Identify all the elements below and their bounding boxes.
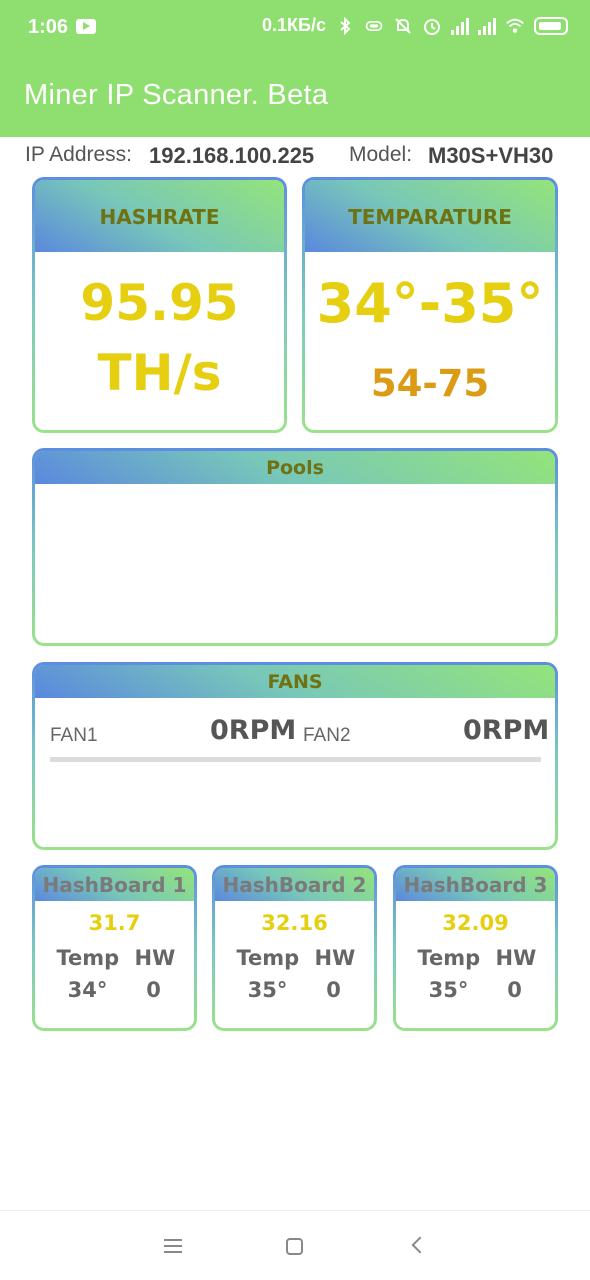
- hashboard-card: HashBoard 3 32.09 Temp HW 35° 0: [393, 865, 558, 1031]
- fan1-value: 0RPM: [210, 715, 297, 746]
- temperature-title: TEMPARATURE: [305, 180, 555, 252]
- hashboard-rate: 32.09: [442, 911, 509, 935]
- bluetooth-icon: [340, 16, 351, 35]
- alarm-icon: [424, 18, 440, 35]
- fans-card: FANS FAN1 0RPM FAN2 0RPM: [32, 662, 558, 850]
- hashrate-unit: TH/s: [97, 344, 222, 402]
- temp-label: Temp: [236, 946, 300, 970]
- status-bar: 1:06 0.1КБ/с: [0, 0, 590, 56]
- temp-value: 35°: [428, 978, 469, 1002]
- back-icon[interactable]: [411, 1236, 429, 1254]
- home-icon[interactable]: [286, 1238, 303, 1255]
- network-speed: 0.1КБ/с: [262, 15, 326, 35]
- pools-title: Pools: [35, 451, 555, 484]
- ip-value: 192.168.100.225: [149, 143, 315, 168]
- fan2-value: 0RPM: [463, 715, 550, 746]
- temp-label: Temp: [56, 946, 120, 970]
- temp-value: 35°: [247, 978, 288, 1002]
- signal-icon: [478, 17, 496, 35]
- navigation-bar: [0, 1210, 590, 1280]
- fan2-label: FAN2: [303, 725, 351, 746]
- hashboard-rate: 32.16: [261, 911, 328, 935]
- hashboard-rate: 31.7: [88, 911, 141, 935]
- model-label: Model:: [349, 143, 413, 166]
- status-icons: 0.1КБ/с: [262, 15, 568, 36]
- fans-title: FANS: [35, 665, 555, 698]
- wifi-icon: [506, 18, 524, 33]
- temperature-range: 54-75: [370, 362, 490, 405]
- temp-label: Temp: [417, 946, 481, 970]
- temp-value: 34°: [67, 978, 108, 1002]
- app-bar: 1:06 0.1КБ/с Miner IP Scanner. Beta: [0, 0, 590, 137]
- hw-label: HW: [495, 946, 537, 970]
- hashrate-value: 95.95 TH/s: [35, 268, 284, 408]
- model-value: M30S+VH30: [428, 143, 554, 168]
- status-time: 1:06: [28, 16, 69, 38]
- mute-icon: [395, 17, 411, 34]
- menu-icon[interactable]: [164, 1239, 182, 1253]
- temperature-card: TEMPARATURE 34°-35° 54-75: [302, 177, 558, 433]
- hashboard-title: HashBoard 3: [396, 868, 555, 901]
- hw-value: 0: [146, 978, 161, 1002]
- hashrate-number: 95.95: [80, 274, 239, 332]
- hashrate-card: HASHRATE 95.95 TH/s: [32, 177, 287, 433]
- ip-label: IP Address:: [25, 143, 133, 166]
- fan-divider: [50, 757, 541, 762]
- temperature-value: 34°-35°: [316, 272, 544, 335]
- vibrate-icon: [365, 20, 383, 31]
- hashboard-card: HashBoard 2 32.16 Temp HW 35° 0: [212, 865, 377, 1031]
- signal-icon: [451, 17, 469, 35]
- hashboard-title: HashBoard 2: [215, 868, 374, 901]
- hashrate-title: HASHRATE: [35, 180, 284, 252]
- fan1-label: FAN1: [50, 725, 98, 746]
- hw-value: 0: [507, 978, 522, 1002]
- pools-card: Pools: [32, 448, 558, 646]
- device-info: IP Address: 192.168.100.225 Model: M30S+…: [0, 140, 590, 170]
- app-title: Miner IP Scanner. Beta: [24, 79, 329, 111]
- youtube-icon: [76, 19, 96, 34]
- hw-value: 0: [326, 978, 341, 1002]
- hw-label: HW: [134, 946, 176, 970]
- hashboard-title: HashBoard 1: [35, 868, 194, 901]
- hw-label: HW: [314, 946, 356, 970]
- battery-icon: [534, 16, 568, 35]
- hashboard-card: HashBoard 1 31.7 Temp HW 34° 0: [32, 865, 197, 1031]
